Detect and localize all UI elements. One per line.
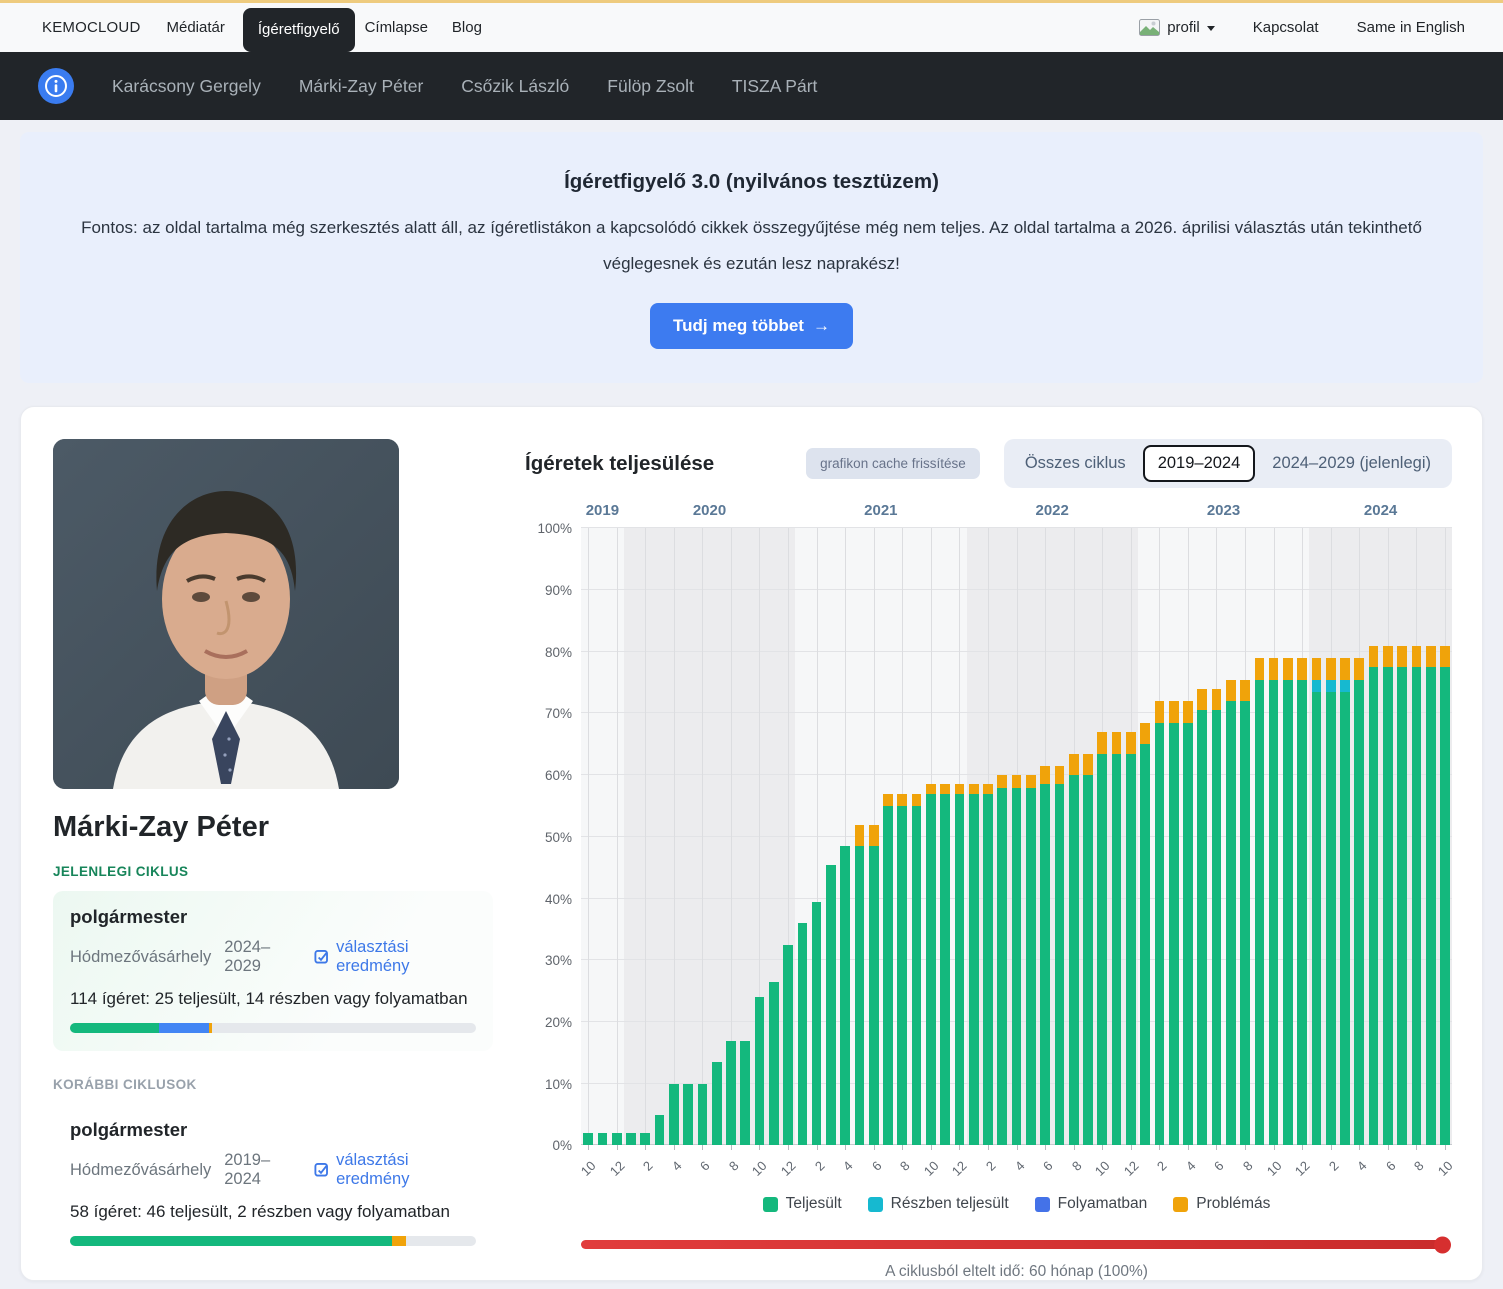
nav-mediatar[interactable]: Médiatár — [166, 19, 224, 36]
legend-item[interactable]: Problémás — [1173, 1195, 1270, 1213]
checkbox-check-icon — [314, 949, 330, 966]
arrow-right-icon: → — [813, 316, 830, 336]
progress-previous-fulfilled — [70, 1236, 392, 1246]
progress-current-fulfilled — [70, 1023, 159, 1033]
avatar-image-icon — [1139, 19, 1160, 36]
chart-x-labels: 1012246810122468101224681012246810122468… — [581, 1145, 1452, 1189]
profile-label: profil — [1167, 19, 1200, 36]
info-circle-glyph — [44, 74, 68, 98]
progress-current-problem — [209, 1023, 213, 1033]
politician-navbar: Karácsony Gergely Márki-Zay Péter Csőzik… — [0, 52, 1503, 120]
previous-term-card: polgármester Hódmezővásárhely 2019–2024 … — [53, 1104, 493, 1264]
nav-csozik-laszlo[interactable]: Csőzik László — [461, 76, 569, 97]
nav-blog[interactable]: Blog — [452, 19, 482, 36]
portrait-illustration — [53, 439, 399, 789]
chart-title: Ígéretek teljesülése — [525, 452, 714, 476]
nav-fulop-zsolt[interactable]: Fülöp Zsolt — [607, 76, 694, 97]
hero-title: Ígéretfigyelő 3.0 (nyilvános tesztüzem) — [60, 170, 1443, 194]
current-election-link-label: választási eredmény — [336, 938, 476, 976]
nav-cimlapse[interactable]: Címlapse — [365, 19, 428, 36]
chart-section: Ígéretek teljesülése grafikon cache fris… — [525, 439, 1452, 1250]
current-election-link[interactable]: választási eredmény — [314, 938, 476, 976]
legend-item[interactable]: Részben teljesült — [868, 1195, 1009, 1213]
progress-previous-problem — [392, 1236, 406, 1246]
info-icon[interactable] — [38, 68, 74, 104]
politician-card: Márki-Zay Péter JELENLEGI CIKLUS polgárm… — [20, 406, 1483, 1281]
nav-same-in-english[interactable]: Same in English — [1357, 19, 1465, 36]
time-slider[interactable] — [581, 1240, 1448, 1249]
chevron-down-icon — [1207, 26, 1215, 31]
nav-kapcsolat[interactable]: Kapcsolat — [1253, 19, 1319, 36]
legend-item[interactable]: Folyamatban — [1035, 1195, 1148, 1213]
chart-plot: 0%10%20%30%40%50%60%70%80%90%100% — [581, 528, 1452, 1145]
progress-current — [70, 1023, 476, 1033]
current-term: 2024–2029 — [224, 938, 301, 976]
refresh-cache-button[interactable]: grafikon cache frissítése — [806, 448, 980, 479]
chart-bars[interactable] — [581, 528, 1452, 1145]
current-summary: 114 ígéret: 25 teljesült, 14 részben vag… — [70, 989, 476, 1009]
time-slider-handle[interactable] — [1434, 1236, 1451, 1253]
politician-name: Márki-Zay Péter — [53, 811, 493, 844]
hero-banner: Ígéretfigyelő 3.0 (nyilvános tesztüzem) … — [20, 132, 1483, 383]
profile-column: Márki-Zay Péter JELENLEGI CIKLUS polgárm… — [53, 439, 493, 1250]
learn-more-label: Tudj meg többet — [673, 316, 804, 336]
nav-karacsony-gergely[interactable]: Karácsony Gergely — [112, 76, 261, 97]
checkbox-check-icon — [314, 1162, 330, 1179]
range-toggle-group: Összes ciklus 2019–2024 2024–2029 (jelen… — [1004, 439, 1452, 488]
previous-election-link[interactable]: választási eredmény — [314, 1151, 476, 1189]
current-city: Hódmezővásárhely — [70, 948, 211, 967]
legend-item[interactable]: Teljesült — [763, 1195, 842, 1213]
range-2019-2024[interactable]: 2019–2024 — [1143, 445, 1256, 482]
slider-caption: A ciklusból eltelt idő: 60 hónap (100%) — [581, 1263, 1452, 1281]
hero-text: Fontos: az oldal tartalma még szerkeszté… — [60, 210, 1443, 281]
progress-current-inprogress — [159, 1023, 209, 1033]
nav-igeretfigyelo-active-tab[interactable]: Ígéretfigyelő — [243, 8, 355, 52]
profile-menu[interactable]: profil — [1139, 19, 1215, 36]
chart-year-labels: 201920202021202220232024 — [581, 502, 1452, 528]
previous-position: polgármester — [70, 1119, 476, 1141]
brand-kemocloud[interactable]: KEMOCLOUD — [42, 19, 140, 36]
current-position: polgármester — [70, 906, 476, 928]
range-2024-2029[interactable]: 2024–2029 (jelenlegi) — [1259, 447, 1444, 480]
previous-city: Hódmezővásárhely — [70, 1161, 211, 1180]
top-navbar: KEMOCLOUD Médiatár Ígéretfigyelő Címlaps… — [0, 3, 1503, 52]
previous-election-link-label: választási eredmény — [336, 1151, 476, 1189]
current-term-card: polgármester Hódmezővásárhely 2024–2029 … — [53, 891, 493, 1051]
chart-legend: Teljesült Részben teljesült Folyamatban Pro… — [581, 1195, 1452, 1213]
portrait-photo — [53, 439, 399, 789]
chart-y-labels: 0%10%20%30%40%50%60%70%80%90%100% — [531, 528, 581, 1145]
previous-cycles-label: KORÁBBI CIKLUSOK — [53, 1077, 493, 1092]
range-all-cycles[interactable]: Összes ciklus — [1012, 447, 1139, 480]
nav-marki-zay-peter[interactable]: Márki-Zay Péter — [299, 76, 423, 97]
nav-tisza-part[interactable]: TISZA Párt — [732, 76, 818, 97]
previous-term: 2019–2024 — [224, 1151, 301, 1189]
current-cycle-label: JELENLEGI CIKLUS — [53, 864, 493, 879]
progress-previous — [70, 1236, 476, 1246]
previous-summary: 58 ígéret: 46 teljesült, 2 részben vagy … — [70, 1202, 476, 1222]
learn-more-button[interactable]: Tudj meg többet → — [650, 303, 853, 349]
